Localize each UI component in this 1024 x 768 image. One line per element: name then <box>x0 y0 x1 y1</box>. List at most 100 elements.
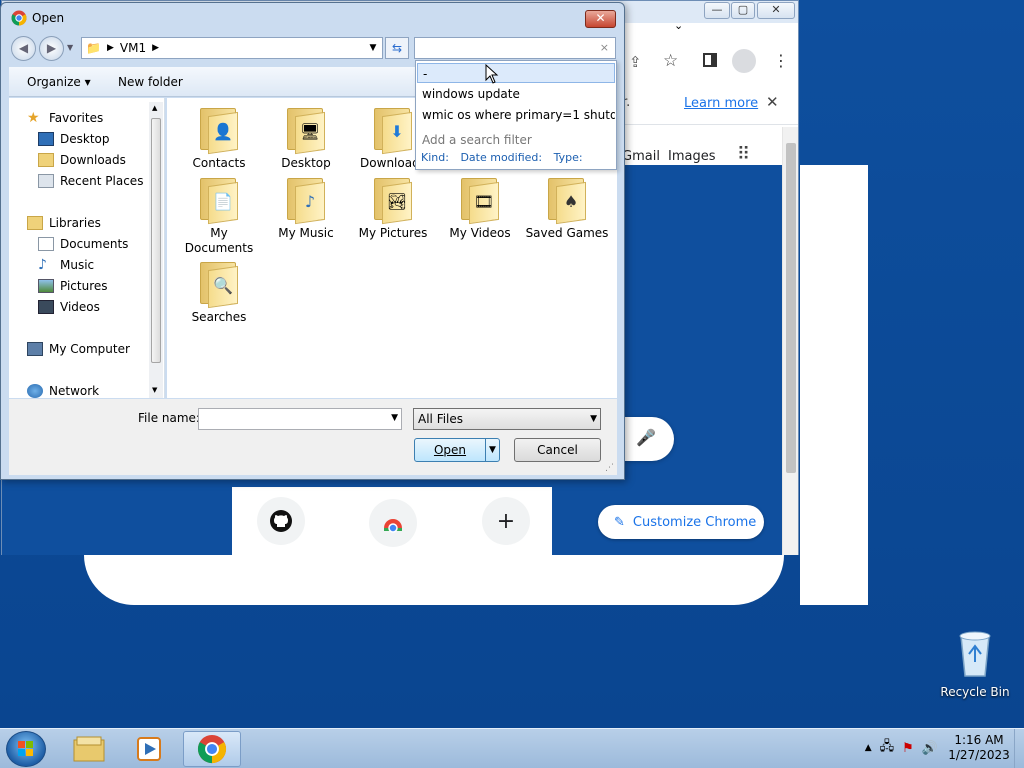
chrome-scrollbar[interactable] <box>782 127 798 555</box>
folder-searches[interactable]: 🔍 Searches <box>176 260 262 325</box>
close-button[interactable]: ✕ <box>757 2 795 19</box>
cancel-button[interactable]: Cancel <box>514 438 601 462</box>
breadcrumb-arrow-icon[interactable]: ▶ <box>107 43 114 53</box>
dialog-close-button[interactable]: ✕ <box>585 10 616 28</box>
gmail-link[interactable]: Gmail <box>622 149 660 164</box>
organize-button[interactable]: Organize ▾ <box>27 75 91 89</box>
taskbar-explorer[interactable] <box>60 731 118 767</box>
nav-item-desktop[interactable]: Desktop <box>38 130 110 148</box>
recent-places-icon <box>38 174 54 188</box>
open-split-dropdown-icon[interactable]: ▼ <box>485 439 499 461</box>
suggestion-item[interactable]: windows update <box>417 84 615 104</box>
images-link[interactable]: Images <box>668 149 716 164</box>
search-input[interactable]: × <box>414 37 616 59</box>
nav-item-favorites[interactable]: ★ Favorites <box>27 109 103 127</box>
folder-contacts[interactable]: 👤 Contacts <box>176 106 262 171</box>
clear-search-icon[interactable]: × <box>600 41 609 54</box>
address-dropdown-icon[interactable]: ▼ <box>364 38 382 58</box>
folder-my-music[interactable]: ♪ My Music <box>263 176 349 241</box>
apps-grid-icon[interactable]: ⠿ <box>737 144 750 165</box>
resize-grip-icon[interactable]: ⋰ <box>605 463 614 473</box>
folder-label: My Pictures <box>358 226 428 240</box>
media-player-icon <box>137 737 161 761</box>
taskbar-chrome[interactable] <box>183 731 241 767</box>
chrome-logo-icon <box>197 734 227 764</box>
filter-kind[interactable]: Kind: <box>421 151 449 164</box>
folder-icon: 📄 <box>198 176 240 225</box>
folder-saved-games[interactable]: ♠ Saved Games <box>524 176 610 241</box>
tab-dropdown-icon[interactable]: ⌄ <box>674 19 683 32</box>
share-icon[interactable]: ⇪ <box>629 53 642 71</box>
github-icon <box>270 510 292 532</box>
folder-my-videos[interactable]: 🎞 My Videos <box>437 176 523 241</box>
add-shortcut-button[interactable]: + <box>482 497 530 545</box>
nav-item-libraries[interactable]: Libraries <box>27 214 101 232</box>
nav-pane-scrollbar[interactable]: ▲ ▼ <box>149 102 163 398</box>
shortcut-chrome-web-store[interactable] <box>369 499 417 547</box>
file-name-input[interactable]: ▼ <box>198 408 402 430</box>
nav-item-music[interactable]: ♪ Music <box>38 256 94 274</box>
windows-logo-icon <box>18 741 33 756</box>
show-desktop-button[interactable] <box>1014 729 1024 768</box>
bookmark-star-icon[interactable]: ☆ <box>663 51 678 71</box>
nav-item-recent-places[interactable]: Recent Places <box>38 172 143 190</box>
maximize-button[interactable]: ▢ <box>731 2 755 19</box>
new-folder-button[interactable]: New folder <box>118 75 183 89</box>
folder-desktop[interactable]: 🖥 Desktop <box>263 106 349 171</box>
nav-item-label: Music <box>60 258 95 272</box>
forward-button[interactable]: ▶ <box>39 36 64 61</box>
nav-item-documents[interactable]: Documents <box>38 235 128 253</box>
folder-my-pictures[interactable]: 🏞 My Pictures <box>350 176 436 241</box>
suggestion-item[interactable]: - <box>417 63 615 83</box>
profile-avatar-icon[interactable] <box>732 49 756 73</box>
minimize-button[interactable]: — <box>704 2 730 19</box>
file-type-value: All Files <box>418 412 464 426</box>
nav-item-pictures[interactable]: Pictures <box>38 277 108 295</box>
pencil-icon: ✎ <box>614 514 625 530</box>
nav-item-videos[interactable]: Videos <box>38 298 100 316</box>
breadcrumb-arrow-icon[interactable]: ▶ <box>152 43 159 53</box>
search-suggestions: - windows update wmic os where primary=1… <box>415 60 617 170</box>
scroll-thumb[interactable] <box>786 143 796 473</box>
learn-more-link[interactable]: Learn more <box>684 96 758 111</box>
start-button[interactable] <box>6 731 46 767</box>
refresh-button[interactable]: ⇆ <box>385 37 409 59</box>
taskbar-media-player[interactable] <box>120 731 178 767</box>
filter-type[interactable]: Type: <box>554 151 583 164</box>
tray-expand-icon[interactable]: ▲ <box>865 743 872 753</box>
file-name-dropdown-icon[interactable]: ▼ <box>391 413 398 423</box>
volume-icon[interactable]: 🔊 <box>922 741 938 756</box>
system-tray: ▲ 🖧 ⚑ 🔊 1:16 AM 1/27/2023 <box>865 733 1012 763</box>
scroll-thumb[interactable] <box>151 118 161 363</box>
recycle-bin[interactable]: Recycle Bin <box>940 628 1010 699</box>
menu-dots-icon[interactable]: ⋮ <box>773 51 789 70</box>
customize-chrome-button[interactable]: ✎ Customize Chrome <box>598 505 764 539</box>
suggestion-item[interactable]: wmic os where primary=1 shutdo... <box>417 105 615 125</box>
network-icon[interactable]: 🖧 <box>880 737 895 759</box>
recent-locations-icon[interactable]: ▼ <box>67 43 73 52</box>
downloads-icon <box>38 153 54 167</box>
action-center-icon[interactable]: ⚑ <box>902 741 914 756</box>
folder-icon: ♪ <box>285 176 327 225</box>
nav-item-downloads[interactable]: Downloads <box>38 151 126 169</box>
scroll-down-icon[interactable]: ▼ <box>152 386 157 394</box>
open-button[interactable]: Open ▼ <box>414 438 500 462</box>
side-panel-icon[interactable] <box>703 53 717 67</box>
videos-icon <box>38 300 54 314</box>
contacts-icon: 👤 <box>213 122 233 141</box>
breadcrumb-vm1[interactable]: VM1 <box>120 41 146 55</box>
filter-date-modified[interactable]: Date modified: <box>460 151 542 164</box>
folder-label: My Videos <box>449 226 511 240</box>
shortcut-github[interactable] <box>257 497 305 545</box>
nav-item-network[interactable]: Network <box>27 382 99 398</box>
back-button[interactable]: ◀ <box>11 36 36 61</box>
folder-my-documents[interactable]: 📄 My Documents <box>176 176 262 256</box>
clock[interactable]: 1:16 AM 1/27/2023 <box>946 733 1012 763</box>
folder-icon: ♠ <box>546 176 588 225</box>
scroll-up-icon[interactable]: ▲ <box>152 104 157 112</box>
file-type-select[interactable]: All Files ▼ <box>413 408 601 430</box>
nav-item-my-computer[interactable]: My Computer <box>27 340 130 358</box>
infobar-close-icon[interactable]: ✕ <box>766 93 779 111</box>
voice-search-icon[interactable]: 🎤 <box>636 428 656 447</box>
address-bar[interactable]: 📁 ▶ VM1 ▶ ▼ <box>81 37 383 59</box>
